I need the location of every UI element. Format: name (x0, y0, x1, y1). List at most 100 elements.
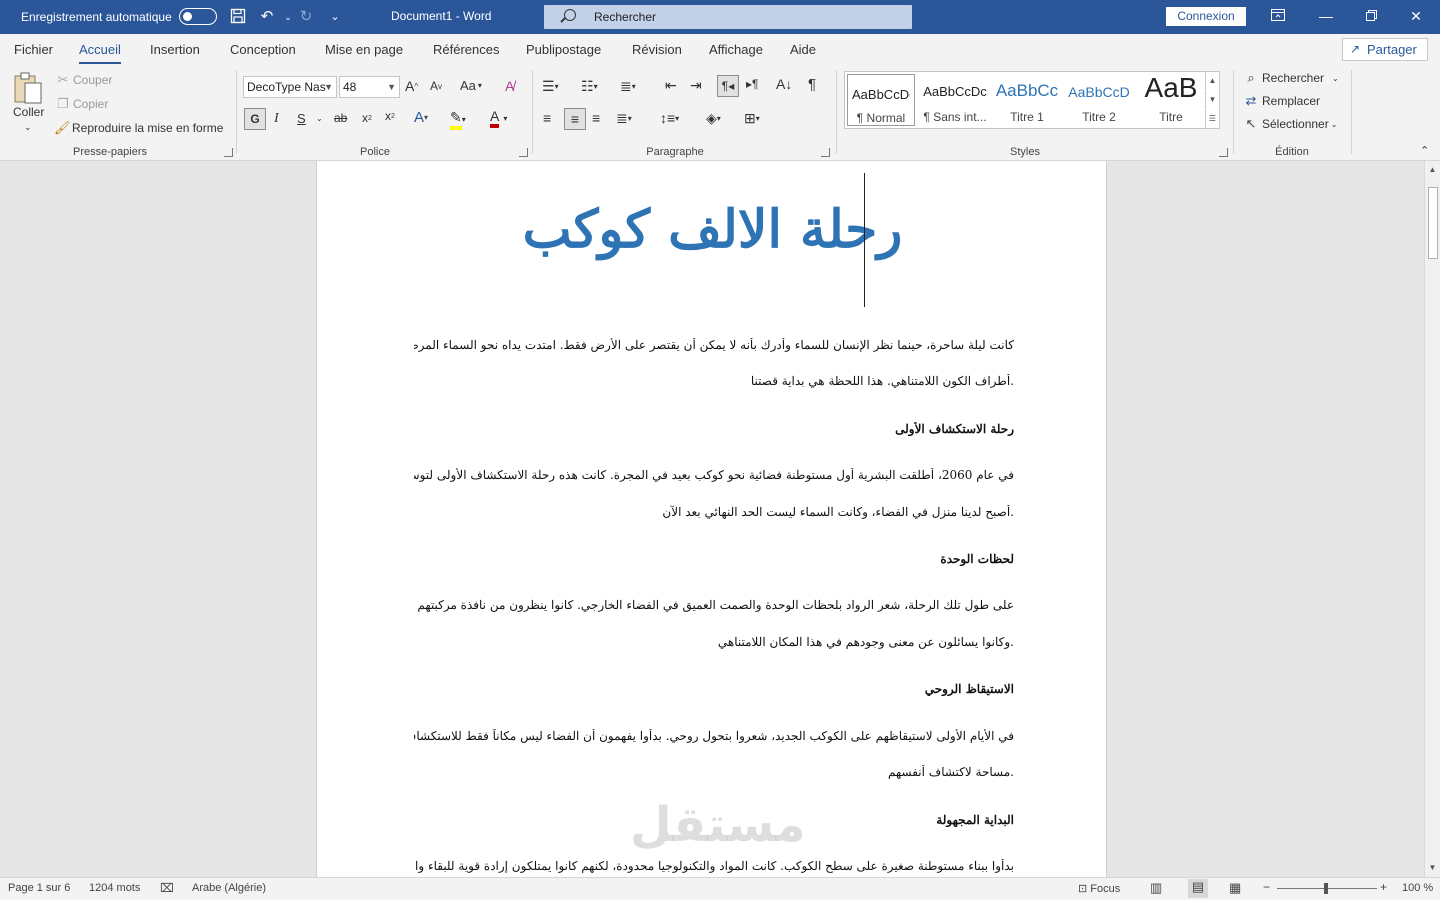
vertical-scrollbar[interactable]: ▲ ▼ (1424, 161, 1440, 877)
bullets-icon[interactable]: ☰ ▾ (542, 78, 559, 95)
shading-icon[interactable]: ◈ ▾ (706, 110, 721, 127)
zoom-slider-thumb[interactable] (1324, 883, 1328, 894)
clear-formatting-icon[interactable]: A̸ (505, 78, 514, 94)
style-normal[interactable]: AaBbCcDc ¶ Normal (847, 74, 915, 126)
style-no-spacing[interactable]: AaBbCcDc ¶ Sans int... (919, 72, 991, 128)
tab-references[interactable]: Références (433, 42, 499, 57)
language-indicator[interactable]: Arabe (Algérie) (192, 882, 266, 894)
customize-toolbar-icon[interactable]: ⌄ (326, 8, 344, 26)
paragraph-line[interactable]: في الأيام الأولى لاستيقاظهم على الكوكب ا… (414, 729, 1014, 743)
change-case-icon[interactable]: Aa ▾ (460, 78, 482, 93)
subscript-icon[interactable]: x2 (362, 111, 372, 125)
share-button[interactable]: Partager (1342, 38, 1428, 61)
page-count[interactable]: Page 1 sur 6 (8, 882, 70, 894)
zoom-out-icon[interactable]: − (1263, 880, 1270, 894)
paste-dropdown-icon[interactable]: ⌄ (24, 122, 32, 133)
paragraph-line[interactable]: في عام 2060، أطلقت البشرية أول مستوطنة ف… (414, 468, 1014, 482)
decrease-indent-icon[interactable]: ⇤ (665, 77, 677, 94)
undo-icon[interactable]: ↶ (258, 8, 276, 26)
clipboard-launcher-icon[interactable] (224, 148, 233, 157)
cut-button[interactable]: ✂ Couper (55, 72, 113, 88)
grow-font-icon[interactable]: A ^ (405, 78, 418, 94)
paragraph-line[interactable]: على طول تلك الرحلة، شعر الرواد بلحظات ال… (414, 598, 1014, 612)
minimize-icon[interactable]: — (1314, 6, 1338, 26)
focus-button[interactable]: ⊡ Focus (1078, 882, 1120, 895)
replace-button[interactable]: ⇄ Remplacer (1243, 93, 1320, 109)
redo-icon[interactable]: ↻ (297, 8, 315, 26)
font-color-icon[interactable]: A ▾ (490, 108, 507, 128)
line-spacing-icon[interactable]: ↕≡ ▾ (660, 110, 679, 126)
tab-revision[interactable]: Révision (632, 42, 682, 57)
document-heading[interactable]: رحلة الالف كوكب (317, 199, 1108, 260)
italic-button[interactable]: I (274, 111, 279, 127)
font-launcher-icon[interactable] (519, 148, 528, 157)
word-count[interactable]: 1204 mots (89, 882, 140, 894)
style-heading-2[interactable]: AaBbCcD Titre 2 (1063, 72, 1135, 128)
styles-more-icon[interactable]: ☰ (1205, 110, 1219, 128)
ltr-direction-icon[interactable]: ▸¶ (746, 77, 758, 91)
close-icon[interactable]: ✕ (1404, 6, 1428, 26)
copy-button[interactable]: ❐ Copier (55, 96, 108, 112)
ribbon-display-options-icon[interactable] (1266, 6, 1290, 26)
scroll-down-icon[interactable]: ▼ (1425, 861, 1440, 875)
proofing-icon[interactable]: ⌧ (160, 881, 174, 895)
increase-indent-icon[interactable]: ⇥ (690, 77, 702, 94)
find-button[interactable]: ⌕ Rechercher ⌄ (1243, 70, 1338, 86)
strikethrough-icon[interactable]: ab (334, 111, 347, 125)
highlight-icon[interactable]: ✎ ▾ (450, 109, 466, 130)
text-effects-icon[interactable]: A ▾ (414, 109, 428, 126)
signin-button[interactable]: Connexion (1166, 7, 1246, 26)
tab-accueil[interactable]: Accueil (79, 42, 121, 65)
search-box[interactable]: Rechercher (544, 5, 912, 29)
numbering-icon[interactable]: ☷ ▾ (581, 78, 598, 95)
restore-icon[interactable] (1359, 6, 1383, 26)
read-mode-icon[interactable]: ▥ (1150, 880, 1162, 896)
styles-scroll-up-icon[interactable]: ▲ (1205, 72, 1219, 90)
align-right-icon[interactable]: ≡ (592, 110, 600, 126)
paragraph-line[interactable]: بدأوا ببناء مستوطنة صغيرة على سطح الكوكب… (414, 859, 1014, 873)
underline-button[interactable]: S (297, 111, 306, 126)
font-name-select[interactable]: DecoType Nas ▼ (243, 76, 337, 98)
select-button[interactable]: ↖ Sélectionner ⌄ (1243, 116, 1338, 132)
undo-dropdown-icon[interactable]: ⌄ (279, 8, 297, 26)
show-marks-icon[interactable]: ¶ (808, 76, 816, 93)
align-left-icon[interactable]: ≡ (543, 110, 551, 126)
paste-icon[interactable] (12, 70, 46, 106)
section-heading[interactable]: الاستيقاظ الروحي (414, 682, 1014, 696)
shrink-font-icon[interactable]: Av (430, 79, 442, 93)
scroll-thumb[interactable] (1428, 187, 1438, 259)
section-heading[interactable]: رحلة الاستكشاف الأولى (414, 422, 1014, 436)
print-layout-icon[interactable]: ▤ (1188, 879, 1208, 898)
format-painter-button[interactable]: 🖌 Reproduire la mise en forme (54, 120, 223, 136)
tab-conception[interactable]: Conception (230, 42, 296, 57)
collapse-ribbon-icon[interactable]: ⌃ (1420, 144, 1429, 157)
justify-icon[interactable]: ≣ ▾ (616, 110, 632, 127)
autosave-toggle[interactable] (179, 8, 217, 25)
tab-fichier[interactable]: Fichier (14, 42, 53, 57)
borders-icon[interactable]: ⊞ ▾ (744, 110, 760, 127)
style-heading-1[interactable]: AaBbCc Titre 1 (991, 72, 1063, 128)
tab-affichage[interactable]: Affichage (709, 42, 763, 57)
web-layout-icon[interactable]: ▦ (1229, 880, 1241, 896)
styles-launcher-icon[interactable] (1219, 148, 1228, 157)
tab-aide[interactable]: Aide (790, 42, 816, 57)
save-icon[interactable] (229, 8, 247, 26)
paragraph-line[interactable]: .أصبح لدينا منزل في الفضاء، وكانت السماء… (414, 505, 1014, 519)
document-page[interactable]: رحلة الالف كوكب كانت ليلة ساحرة، حينما ن… (316, 161, 1107, 877)
zoom-in-icon[interactable]: + (1380, 880, 1387, 894)
rtl-direction-icon[interactable]: ¶◂ (717, 75, 739, 97)
tab-insertion[interactable]: Insertion (150, 42, 200, 57)
tab-publipostage[interactable]: Publipostage (526, 42, 601, 57)
underline-dropdown-icon[interactable]: ⌄ (316, 114, 323, 123)
styles-scroll-down-icon[interactable]: ▼ (1205, 91, 1219, 109)
tab-mise-en-page[interactable]: Mise en page (325, 42, 403, 57)
paragraph-line[interactable]: .أطراف الكون اللامتناهي. هذا اللحظة هي ب… (414, 374, 1014, 388)
paragraph-line[interactable]: .مساحة لاكتشاف أنفسهم (414, 765, 1014, 779)
paragraph-line[interactable]: كانت ليلة ساحرة، حينما نظر الإنسان للسما… (414, 338, 1014, 352)
superscript-icon[interactable]: x2 (385, 109, 395, 123)
section-heading[interactable]: لحظات الوحدة (414, 552, 1014, 566)
paragraph-line[interactable]: .وكانوا يسائلون عن معنى وجودهم في هذا ال… (414, 635, 1014, 649)
style-title[interactable]: AaB Titre (1135, 72, 1207, 128)
font-size-select[interactable]: 48 ▼ (339, 76, 400, 98)
paragraph-launcher-icon[interactable] (821, 148, 830, 157)
